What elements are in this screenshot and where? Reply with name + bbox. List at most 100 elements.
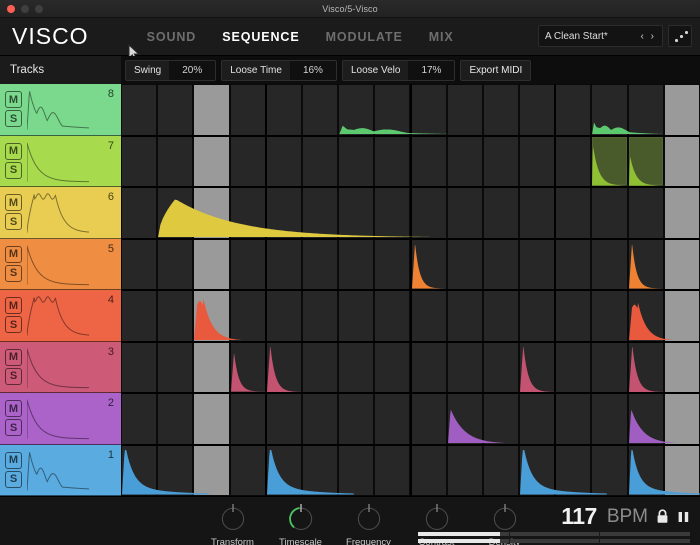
grid-cell[interactable]: [663, 393, 700, 445]
grid-cell[interactable]: [446, 341, 483, 393]
grid-cell[interactable]: [482, 135, 520, 187]
grid-cell[interactable]: [301, 444, 339, 496]
grid-cell[interactable]: [555, 341, 592, 393]
grid-cell[interactable]: [301, 290, 339, 342]
grid-cell[interactable]: [482, 444, 520, 496]
track-envelope-thumbnail-6[interactable]: [27, 190, 89, 234]
grid-cell[interactable]: [193, 393, 230, 445]
grid-cell[interactable]: [301, 341, 339, 393]
mute-button-track-1[interactable]: M: [5, 451, 22, 469]
grid-cell[interactable]: [157, 238, 194, 290]
grid-cell[interactable]: [338, 187, 375, 239]
solo-button-track-5[interactable]: S: [5, 264, 22, 282]
grid-cell[interactable]: [591, 84, 628, 136]
grid-cell[interactable]: [555, 393, 592, 445]
grid-cell[interactable]: [482, 341, 520, 393]
loose-time-value[interactable]: 16%: [289, 60, 336, 80]
grid-cell[interactable]: [121, 187, 158, 239]
knob-dial-timescale[interactable]: [284, 501, 318, 535]
grid-cell[interactable]: [229, 84, 266, 136]
grid-cell[interactable]: [374, 341, 411, 393]
grid-cell[interactable]: [482, 393, 520, 445]
grid-cell[interactable]: [446, 135, 483, 187]
solo-button-track-7[interactable]: S: [5, 161, 22, 179]
grid-cell[interactable]: [229, 135, 266, 187]
grid-cell[interactable]: [229, 187, 266, 239]
grid-cell[interactable]: [157, 187, 194, 239]
mute-button-track-3[interactable]: M: [5, 348, 22, 366]
sequencer-grid[interactable]: [121, 84, 700, 496]
grid-cell[interactable]: [482, 187, 520, 239]
progress-bar-2[interactable]: [418, 538, 690, 544]
progress-bars[interactable]: [418, 531, 690, 545]
grid-cell[interactable]: [591, 238, 628, 290]
grid-cell[interactable]: [338, 238, 375, 290]
loose-velo-control[interactable]: Loose Velo 17%: [341, 59, 456, 81]
grid-cell[interactable]: [555, 187, 592, 239]
grid-cell[interactable]: [663, 135, 700, 187]
grid-cell[interactable]: [519, 290, 556, 342]
grid-cell[interactable]: [121, 238, 158, 290]
track-row-5[interactable]: MS 5: [0, 238, 121, 290]
track-envelope-thumbnail-3[interactable]: [27, 345, 89, 389]
tab-sound[interactable]: SOUND: [147, 30, 197, 44]
grid-cell[interactable]: [591, 444, 628, 496]
grid-cell[interactable]: [446, 393, 483, 445]
progress-bar-1[interactable]: [418, 531, 690, 537]
grid-cell[interactable]: [446, 444, 483, 496]
export-midi-button[interactable]: Export MIDI: [460, 59, 532, 81]
track-envelope-thumbnail-8[interactable]: [27, 87, 89, 131]
grid-cell[interactable]: [446, 290, 483, 342]
grid-cell[interactable]: [121, 444, 158, 496]
grid-cell[interactable]: [301, 238, 339, 290]
grid-cell[interactable]: [663, 238, 700, 290]
mute-button-track-5[interactable]: M: [5, 245, 22, 263]
grid-cell[interactable]: [121, 393, 158, 445]
grid-cell[interactable]: [229, 290, 266, 342]
mute-button-track-2[interactable]: M: [5, 400, 22, 418]
grid-cell[interactable]: [301, 84, 339, 136]
grid-cell[interactable]: [193, 84, 230, 136]
grid-cell[interactable]: [627, 84, 664, 136]
grid-cell[interactable]: [157, 393, 194, 445]
grid-cell[interactable]: [410, 341, 447, 393]
grid-cell[interactable]: [482, 290, 520, 342]
grid-cell[interactable]: [519, 187, 556, 239]
track-row-1[interactable]: MS 1: [0, 444, 121, 496]
grid-cell[interactable]: [591, 341, 628, 393]
grid-cell[interactable]: [265, 444, 302, 496]
knob-transform[interactable]: Transform: [210, 501, 255, 545]
track-row-8[interactable]: MS 8: [0, 84, 121, 136]
grid-cell[interactable]: [338, 341, 375, 393]
loose-time-control[interactable]: Loose Time 16%: [221, 59, 337, 81]
grid-cell[interactable]: [482, 238, 520, 290]
solo-button-track-4[interactable]: S: [5, 316, 22, 334]
grid-cell[interactable]: [446, 238, 483, 290]
mute-button-track-4[interactable]: M: [5, 297, 22, 315]
grid-cell[interactable]: [229, 341, 266, 393]
grid-cell[interactable]: [374, 444, 411, 496]
track-envelope-thumbnail-4[interactable]: [27, 293, 89, 337]
minimize-button[interactable]: [21, 5, 29, 13]
grid-cell[interactable]: [482, 84, 520, 136]
grid-cell[interactable]: [591, 135, 628, 187]
grid-cell[interactable]: [591, 187, 628, 239]
grid-cell[interactable]: [193, 187, 230, 239]
knob-timescale[interactable]: Timescale: [278, 501, 323, 545]
grid-cell[interactable]: [591, 393, 628, 445]
track-envelope-thumbnail-7[interactable]: [27, 139, 89, 183]
knob-frequency[interactable]: Frequency: [346, 501, 391, 545]
solo-button-track-1[interactable]: S: [5, 470, 22, 488]
grid-cell[interactable]: [591, 290, 628, 342]
grid-cell[interactable]: [555, 238, 592, 290]
grid-cell[interactable]: [446, 187, 483, 239]
swing-control[interactable]: Swing 20%: [125, 59, 217, 81]
lock-icon[interactable]: [656, 509, 669, 524]
track-envelope-thumbnail-1[interactable]: [27, 448, 89, 492]
grid-cell[interactable]: [157, 84, 194, 136]
grid-cell[interactable]: [519, 444, 556, 496]
pause-icon[interactable]: [677, 510, 690, 524]
grid-cell[interactable]: [374, 393, 411, 445]
grid-cell[interactable]: [157, 341, 194, 393]
grid-cell[interactable]: [157, 444, 194, 496]
